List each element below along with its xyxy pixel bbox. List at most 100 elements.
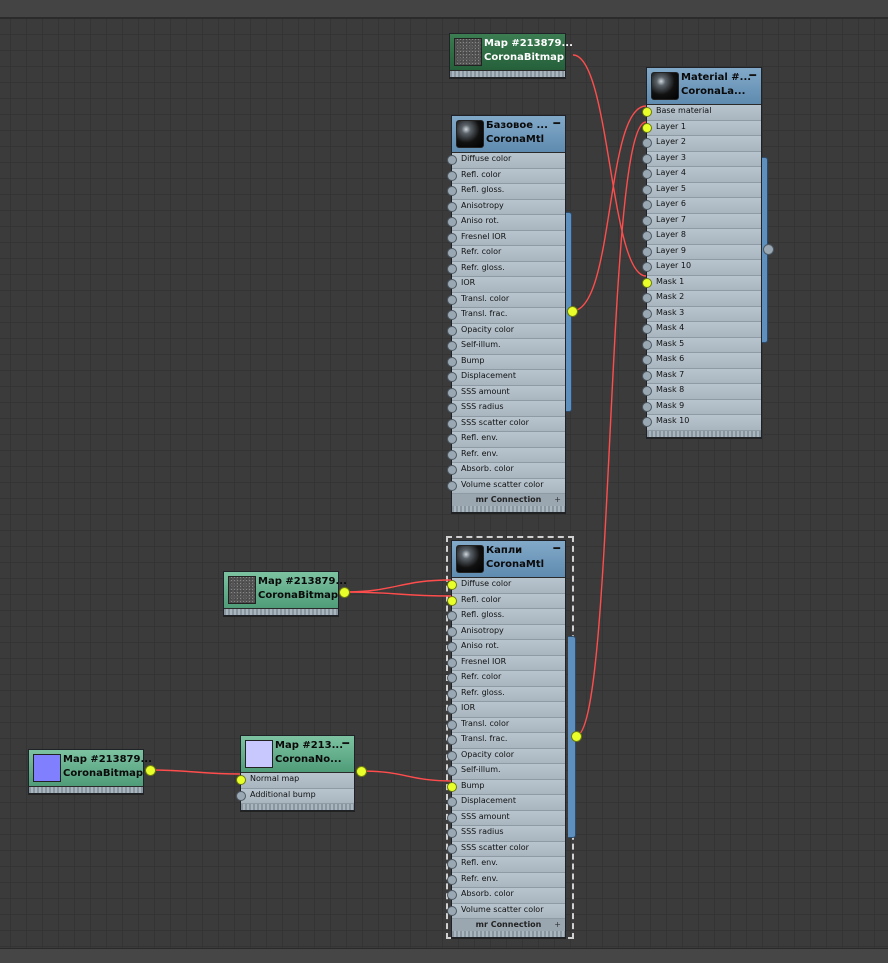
input-socket[interactable]: [447, 403, 457, 413]
mr-connection-rollout[interactable]: mr Connection +: [452, 494, 565, 506]
input-socket[interactable]: [642, 153, 652, 164]
input-socket[interactable]: [447, 642, 457, 652]
slot-opacity-color[interactable]: Opacity color: [447, 748, 565, 764]
normal-map-node[interactable]: Map #213... CoronaNo... ━ Normal map Addi…: [236, 735, 355, 811]
input-socket[interactable]: [447, 797, 457, 807]
node-resize-handle[interactable]: [452, 931, 565, 937]
input-socket[interactable]: [447, 480, 457, 491]
input-socket[interactable]: [447, 232, 457, 243]
slot-layer-6[interactable]: Layer 6: [642, 198, 761, 214]
slot-fresnel-ior[interactable]: Fresnel IOR: [447, 230, 565, 246]
input-socket[interactable]: [447, 418, 457, 429]
expand-icon[interactable]: +: [554, 494, 561, 506]
slot-anisotropy[interactable]: Anisotropy: [447, 199, 565, 215]
input-socket[interactable]: [642, 401, 652, 412]
input-socket[interactable]: [447, 812, 457, 823]
slot-layer-9[interactable]: Layer 9: [642, 244, 761, 260]
output-socket[interactable]: [763, 244, 774, 255]
slot-refr-env[interactable]: Refr. env.: [447, 447, 565, 463]
input-socket[interactable]: [447, 735, 457, 745]
collapse-icon[interactable]: ━: [553, 117, 560, 130]
input-socket[interactable]: [447, 341, 457, 351]
input-socket[interactable]: [642, 262, 652, 272]
slot-self-illum[interactable]: Self-illum.: [447, 339, 565, 355]
output-socket[interactable]: [567, 306, 578, 317]
slot-bump[interactable]: Bump: [447, 354, 565, 370]
slot-refl-gloss[interactable]: Refl. gloss.: [447, 184, 565, 200]
input-socket[interactable]: [447, 611, 457, 621]
input-socket[interactable]: [447, 201, 457, 212]
output-socket[interactable]: [571, 731, 582, 742]
slot-volume-scatter-color[interactable]: Volume scatter color: [447, 478, 565, 494]
slot-refl-env[interactable]: Refl. env.: [447, 857, 565, 873]
collapse-icon[interactable]: ━: [749, 69, 756, 82]
slot-refl-env[interactable]: Refl. env.: [447, 432, 565, 448]
input-socket[interactable]: [447, 859, 457, 869]
slot-refr-color[interactable]: Refr. color: [447, 246, 565, 262]
input-socket[interactable]: [447, 626, 457, 637]
slot-aniso-rot[interactable]: Aniso rot.: [447, 215, 565, 231]
input-socket[interactable]: [642, 184, 652, 195]
slot-base-material[interactable]: Base material: [642, 105, 761, 121]
slot-absorb-color[interactable]: Absorb. color: [447, 463, 565, 479]
slot-sss-scatter-color[interactable]: SSS scatter color: [447, 841, 565, 857]
input-socket[interactable]: [447, 890, 457, 900]
input-socket[interactable]: [447, 387, 457, 398]
slot-layer-10[interactable]: Layer 10: [642, 260, 761, 276]
node-resize-handle[interactable]: [452, 506, 565, 512]
input-socket[interactable]: [642, 231, 652, 241]
slot-transl-frac[interactable]: Transl. frac.: [447, 308, 565, 324]
input-socket[interactable]: [447, 595, 457, 606]
output-socket[interactable]: [145, 765, 156, 776]
slot-refl-color[interactable]: Refl. color: [447, 593, 565, 609]
input-socket[interactable]: [642, 355, 652, 365]
slot-additional-bump[interactable]: Additional bump: [236, 788, 354, 804]
input-socket[interactable]: [447, 294, 457, 305]
input-socket[interactable]: [642, 169, 652, 179]
slot-ior[interactable]: IOR: [447, 277, 565, 293]
map-node-bottom[interactable]: Map #213879... CoronaBitmap: [28, 749, 152, 794]
input-socket[interactable]: [447, 673, 457, 683]
slot-aniso-rot[interactable]: Aniso rot.: [447, 640, 565, 656]
input-socket[interactable]: [447, 356, 457, 367]
collapse-icon[interactable]: ━: [342, 737, 349, 750]
input-socket[interactable]: [447, 465, 457, 475]
input-socket[interactable]: [447, 704, 457, 714]
node-resize-handle[interactable]: [224, 609, 338, 615]
input-socket[interactable]: [642, 277, 652, 288]
slot-transl-color[interactable]: Transl. color: [447, 717, 565, 733]
input-socket[interactable]: [642, 215, 652, 226]
input-socket[interactable]: [447, 263, 457, 274]
slot-ior[interactable]: IOR: [447, 702, 565, 718]
node-header[interactable]: Map #213879... CoronaBitmap: [29, 750, 152, 787]
input-socket[interactable]: [642, 370, 652, 381]
slot-layer-7[interactable]: Layer 7: [642, 213, 761, 229]
slot-mask-6[interactable]: Mask 6: [642, 353, 761, 369]
node-header[interactable]: Базовое ... CoronaMtl ━: [452, 116, 565, 153]
slot-refr-gloss[interactable]: Refr. gloss.: [447, 261, 565, 277]
input-socket[interactable]: [447, 766, 457, 776]
input-socket[interactable]: [447, 170, 457, 181]
slot-mask-5[interactable]: Mask 5: [642, 337, 761, 353]
node-resize-handle[interactable]: [647, 430, 761, 437]
slot-sss-radius[interactable]: SSS radius: [447, 826, 565, 842]
map-node-middle[interactable]: Map #213879... CoronaBitmap: [223, 571, 347, 616]
input-socket[interactable]: [447, 325, 457, 336]
slot-mask-1[interactable]: Mask 1: [642, 275, 761, 291]
slot-bump[interactable]: Bump: [447, 779, 565, 795]
slot-transl-color[interactable]: Transl. color: [447, 292, 565, 308]
input-socket[interactable]: [447, 874, 457, 885]
slot-sss-scatter-color[interactable]: SSS scatter color: [447, 416, 565, 432]
input-socket[interactable]: [447, 580, 457, 590]
slot-fresnel-ior[interactable]: Fresnel IOR: [447, 655, 565, 671]
slot-refl-color[interactable]: Refl. color: [447, 168, 565, 184]
input-socket[interactable]: [642, 324, 652, 334]
input-socket[interactable]: [447, 719, 457, 730]
slot-refr-env[interactable]: Refr. env.: [447, 872, 565, 888]
slot-mask-9[interactable]: Mask 9: [642, 399, 761, 415]
slot-sss-amount[interactable]: SSS amount: [447, 810, 565, 826]
input-socket[interactable]: [642, 246, 652, 257]
input-socket[interactable]: [447, 449, 457, 460]
input-socket[interactable]: [447, 657, 457, 668]
slot-layer-8[interactable]: Layer 8: [642, 229, 761, 245]
